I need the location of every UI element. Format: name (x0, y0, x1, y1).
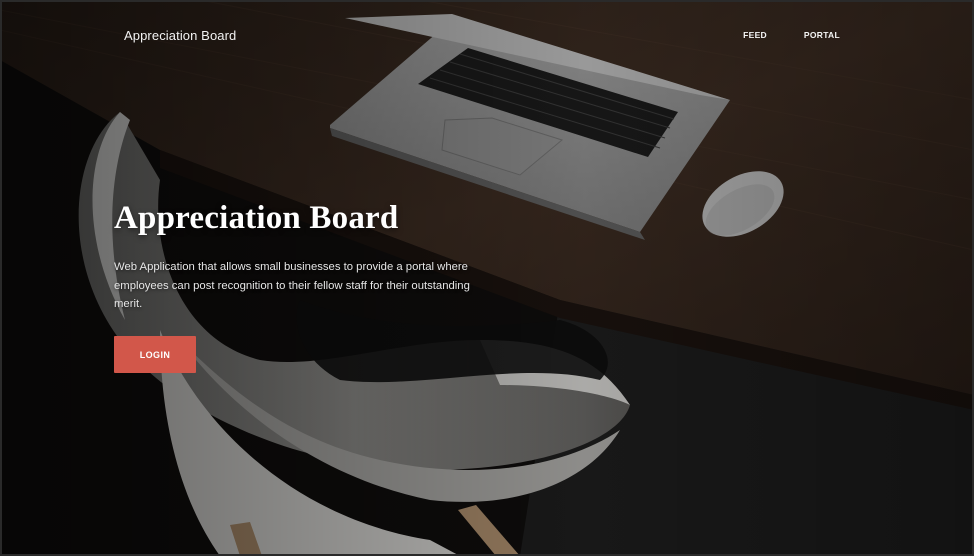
hero-description: Web Application that allows small busine… (114, 261, 470, 310)
nav-link-feed[interactable]: FEED (743, 30, 767, 40)
brand-link[interactable]: Appreciation Board (124, 28, 236, 43)
hero-title: Appreciation Board (114, 200, 399, 236)
login-button[interactable]: LOGIN (114, 336, 196, 373)
landing-page: Appreciation Board FEED PORTAL Appreciat… (0, 0, 974, 556)
nav-link-portal[interactable]: PORTAL (804, 30, 840, 40)
